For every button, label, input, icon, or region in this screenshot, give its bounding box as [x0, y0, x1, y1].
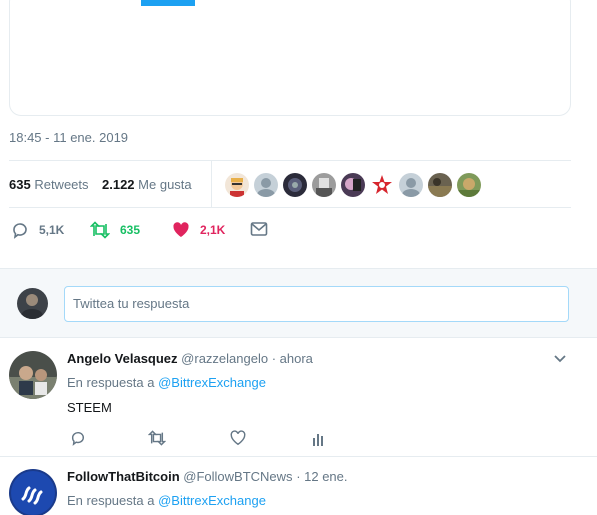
reply-tweet[interactable]: Angelo Velasquez @razzelangelo · ahora E…: [0, 339, 597, 457]
retweets-label: Retweets: [34, 177, 89, 192]
in-reply-to: En respuesta a @BittrexExchange: [67, 493, 266, 508]
like-action[interactable]: 2,1K: [172, 221, 225, 239]
media-action-button[interactable]: [141, 0, 195, 6]
user-handle[interactable]: @FollowBTCNews: [183, 469, 292, 484]
likes-stat[interactable]: 2.122 Me gusta: [102, 177, 192, 192]
reply-action-bar: [67, 430, 367, 450]
retweets-stat[interactable]: 635 Retweets: [9, 177, 89, 192]
tweet-header: FollowThatBitcoin @FollowBTCNews · 12 en…: [67, 469, 348, 484]
tweet-time[interactable]: · 12 ene.: [296, 469, 347, 484]
liker-avatar[interactable]: [457, 173, 481, 197]
in-reply-prefix: En respuesta a: [67, 375, 155, 390]
chevron-down-icon[interactable]: [553, 354, 567, 364]
likes-count: 2.122: [102, 177, 135, 192]
liker-avatars: [225, 173, 481, 197]
tweet-timestamp[interactable]: 18:45 - 11 ene. 2019: [9, 130, 128, 145]
media-card[interactable]: [9, 0, 571, 116]
stats-divider: [211, 161, 212, 208]
retweet-icon[interactable]: [147, 430, 167, 451]
user-handle[interactable]: @razzelangelo: [181, 351, 268, 366]
retweets-count: 635: [9, 177, 31, 192]
tweet-text: STEEM: [67, 400, 112, 415]
mention-link[interactable]: @BittrexExchange: [158, 375, 266, 390]
mention-link[interactable]: @BittrexExchange: [158, 493, 266, 508]
liker-avatar[interactable]: [341, 173, 365, 197]
liker-avatar[interactable]: [428, 173, 452, 197]
reply-tweet[interactable]: FollowThatBitcoin @FollowBTCNews · 12 en…: [0, 458, 597, 515]
avatar[interactable]: [9, 469, 57, 515]
heart-icon[interactable]: [230, 430, 246, 451]
liker-avatar[interactable]: [312, 173, 336, 197]
reply-icon[interactable]: [70, 430, 86, 451]
avatar[interactable]: [9, 351, 57, 399]
tweet-stats: 635 Retweets 2.122 Me gusta: [9, 160, 571, 208]
retweet-count: 635: [120, 223, 141, 237]
in-reply-prefix: En respuesta a: [67, 493, 155, 508]
tweet-action-bar: 5,1K 635 2,1K: [9, 218, 571, 244]
retweet-action[interactable]: 635: [90, 221, 140, 239]
reply-icon: [11, 221, 29, 239]
tweet-header: Angelo Velasquez @razzelangelo · ahora: [67, 351, 313, 366]
heart-icon: [172, 221, 190, 239]
liker-avatar[interactable]: [225, 173, 249, 197]
liker-avatar[interactable]: [254, 173, 278, 197]
reply-count: 5,1K: [39, 223, 65, 237]
reply-action[interactable]: 5,1K: [11, 221, 64, 239]
tweet-time[interactable]: · ahora: [272, 351, 313, 366]
envelope-icon: [250, 221, 268, 237]
in-reply-to: En respuesta a @BittrexExchange: [67, 375, 266, 390]
direct-message-action[interactable]: [250, 221, 268, 237]
likes-label: Me gusta: [138, 177, 192, 192]
reply-composer: Twittea tu respuesta: [0, 268, 597, 338]
display-name[interactable]: Angelo Velasquez: [67, 351, 178, 366]
reply-input[interactable]: Twittea tu respuesta: [64, 286, 569, 322]
liker-avatar[interactable]: [283, 173, 307, 197]
liker-avatar[interactable]: [370, 173, 394, 197]
retweet-icon: [90, 221, 110, 239]
liker-avatar[interactable]: [399, 173, 423, 197]
analytics-icon[interactable]: [311, 430, 325, 451]
current-user-avatar[interactable]: [17, 288, 48, 319]
display-name[interactable]: FollowThatBitcoin: [67, 469, 180, 484]
like-count: 2,1K: [200, 223, 226, 237]
